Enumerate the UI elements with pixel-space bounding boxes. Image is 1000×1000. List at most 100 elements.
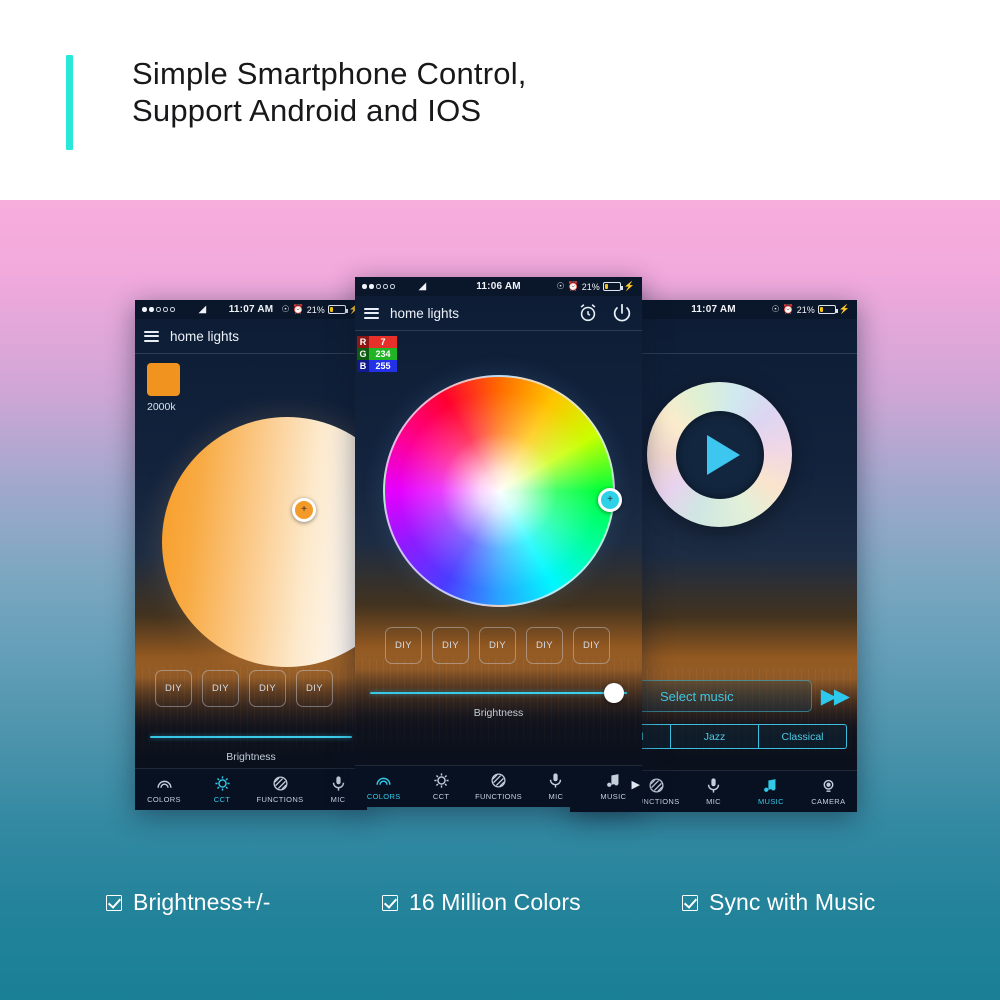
page-header: Simple Smartphone Control, Support Andro… — [0, 0, 1000, 200]
diy-button[interactable]: DIY — [249, 670, 286, 707]
tab-label: MIC — [706, 797, 721, 806]
brightness-slider[interactable] — [370, 683, 627, 703]
tab-mic[interactable]: MIC — [527, 772, 584, 801]
music-note-icon — [606, 774, 619, 787]
status-bar-left: ◢ 11:07 AM ☉ ⏰ 21% ⚡ — [135, 300, 367, 319]
app-bar-middle: home lights — [355, 296, 642, 331]
feature-label: 16 Million Colors — [409, 889, 581, 915]
rgb-value-badges: R 7 G 234 B 255 — [357, 336, 397, 372]
play-triangle-icon[interactable] — [707, 434, 740, 475]
diy-button[interactable]: DIY — [432, 627, 469, 664]
tab-label: MUSIC — [757, 797, 784, 806]
tab-label: CAMERA — [811, 797, 846, 806]
status-right-cluster: ☉ ⏰ 21% ⚡ — [556, 281, 635, 292]
sun-gear-icon — [434, 773, 449, 788]
rgb-blue-label: B — [357, 360, 369, 372]
alarm-small-icon: ⏰ — [292, 304, 304, 314]
hamburger-menu-icon[interactable] — [144, 330, 159, 342]
tab-label: FUNCTIONS — [256, 795, 304, 804]
tab-functions[interactable]: FUNCTIONS — [470, 772, 527, 801]
rgb-green-label: G — [357, 348, 369, 360]
fast-forward-icon[interactable]: ▶▶ — [821, 686, 850, 707]
diy-button[interactable]: DIY — [526, 627, 563, 664]
tab-functions[interactable]: FUNCTIONS — [251, 775, 309, 804]
tab-label: FUNCTIONS — [475, 792, 522, 801]
mode-button-jazz[interactable]: Jazz — [671, 725, 759, 748]
app-title-middle: home lights — [390, 305, 460, 321]
app-bar-actions — [577, 302, 633, 324]
app-bar-left: home lights — [135, 319, 367, 354]
tab-label: CCT — [432, 792, 450, 801]
tab-camera[interactable]: CAMERA — [800, 777, 857, 806]
feature-label: Sync with Music — [709, 889, 876, 915]
cd-disc-icon[interactable] — [647, 382, 792, 527]
tab-colors[interactable]: COLORS — [135, 775, 193, 804]
charging-icon: ⚡ — [623, 281, 635, 291]
power-button-icon[interactable] — [611, 302, 633, 324]
brightness-label: Brightness — [473, 707, 524, 719]
color-wheel-selector-handle[interactable]: + — [598, 488, 622, 512]
microphone-icon — [550, 773, 562, 788]
page-title: Simple Smartphone Control, Support Andro… — [132, 55, 892, 129]
tab-bar-middle: COLORS CCT FUNCTIONS MIC MUSIC ▶ — [355, 765, 642, 807]
battery-icon — [817, 305, 838, 314]
location-icon: ☉ — [771, 304, 780, 314]
checkbox-icon — [382, 894, 398, 911]
diy-button[interactable]: DIY — [573, 627, 610, 664]
app-title-left: home lights — [170, 328, 240, 344]
alarm-clock-icon[interactable] — [577, 302, 599, 324]
tab-cct[interactable]: CCT — [412, 772, 469, 801]
brightness-slider-knob[interactable] — [604, 683, 625, 703]
rgb-blue-value: 255 — [369, 360, 397, 372]
battery-percent: 21% — [306, 304, 325, 315]
rgb-red-value: 7 — [369, 336, 397, 348]
rgb-green-value: 234 — [369, 348, 397, 360]
brightness-slider[interactable] — [150, 736, 352, 738]
cct-kelvin-label: 2000k — [147, 401, 176, 413]
battery-percent: 21% — [796, 304, 815, 315]
color-wheel-picker[interactable] — [383, 375, 615, 607]
microphone-icon — [332, 776, 344, 791]
rgb-red-label: R — [357, 336, 369, 348]
striped-circle-icon — [272, 776, 288, 791]
status-bar-middle: ◢ 11:06 AM ☉ ⏰ 21% ⚡ — [355, 277, 642, 296]
diy-button[interactable]: DIY — [296, 670, 333, 707]
camera-icon — [823, 779, 834, 792]
tab-label: COLORS — [147, 795, 181, 804]
status-right-cluster: ☉ ⏰ 21% ⚡ — [771, 304, 850, 315]
cct-selector-handle[interactable]: + — [292, 498, 316, 522]
charging-icon: ⚡ — [838, 304, 850, 314]
rgb-red-row: R 7 — [357, 336, 397, 348]
striped-circle-icon — [649, 778, 664, 793]
diy-presets-middle: DIY DIY DIY DIY DIY — [385, 627, 610, 664]
tab-music[interactable]: MUSIC — [742, 777, 799, 806]
tab-mic[interactable]: MIC — [685, 777, 742, 806]
location-icon: ☉ — [281, 304, 290, 314]
cd-center-hub — [675, 410, 764, 499]
feature-list: Brightness+/- 16 Million Colors Sync wit… — [0, 875, 1000, 930]
brightness-label: Brightness — [226, 751, 276, 763]
diy-button[interactable]: DIY — [479, 627, 516, 664]
tab-colors[interactable]: COLORS — [355, 772, 412, 801]
mode-button-classical[interactable]: Classical — [759, 725, 846, 748]
rgb-blue-row: B 255 — [357, 360, 397, 372]
headline-line-2: Support Android and IOS — [132, 93, 482, 128]
tab-cct[interactable]: CCT — [193, 775, 251, 804]
music-note-icon — [764, 779, 776, 792]
brightness-control-middle: Brightness — [355, 683, 642, 719]
feature-item: Brightness+/- — [106, 889, 270, 916]
headline-line-1: Simple Smartphone Control, — [132, 56, 527, 91]
diy-button[interactable]: DIY — [155, 670, 192, 707]
accent-bar — [66, 55, 73, 150]
phone-middle-colors: ◢ 11:06 AM ☉ ⏰ 21% ⚡ home lights R 7 G 2… — [355, 277, 642, 807]
diy-button[interactable]: DIY — [202, 670, 239, 707]
alarm-small-icon: ⏰ — [782, 304, 794, 314]
phone-left-cct: ◢ 11:07 AM ☉ ⏰ 21% ⚡ home lights 2000k +… — [135, 300, 367, 810]
tab-label: MIC — [548, 792, 564, 801]
rainbow-icon — [376, 777, 391, 785]
chevron-right-icon[interactable]: ▶ — [632, 777, 640, 790]
diy-presets-left: DIY DIY DIY DIY — [155, 670, 333, 707]
diy-button[interactable]: DIY — [385, 627, 422, 664]
hamburger-menu-icon[interactable] — [364, 307, 379, 319]
cct-color-swatch[interactable] — [147, 363, 180, 396]
